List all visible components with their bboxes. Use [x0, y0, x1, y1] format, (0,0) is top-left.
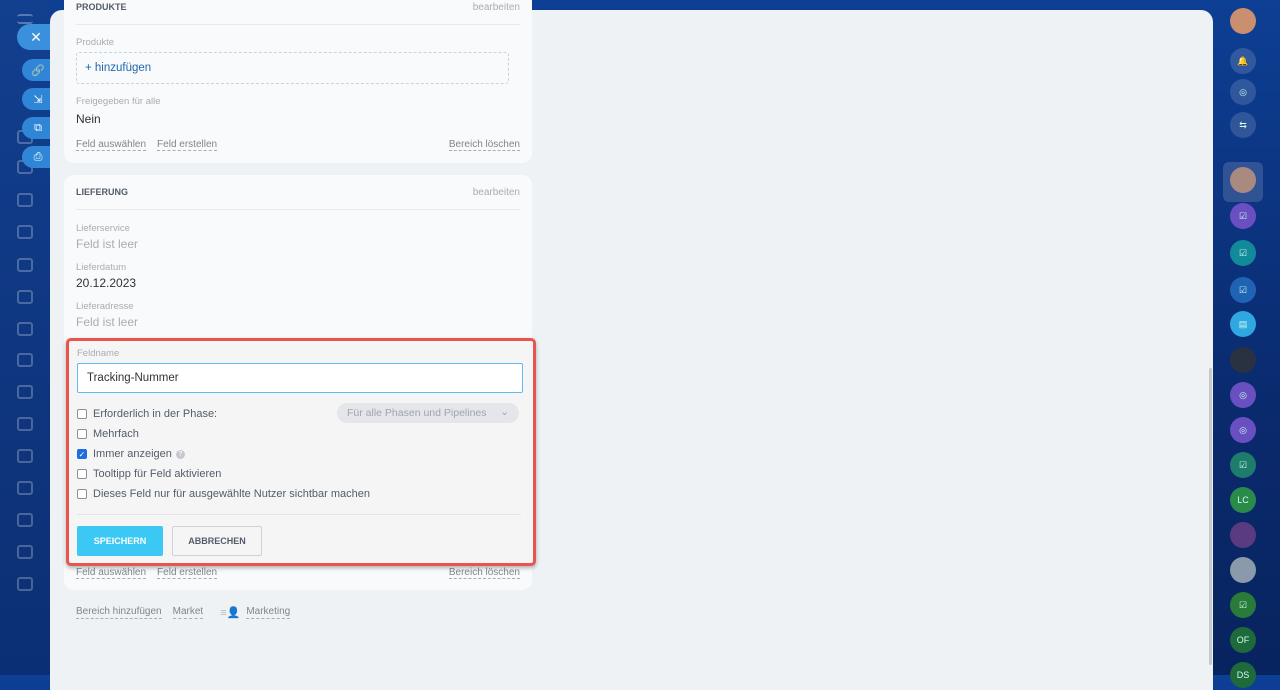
field-label: Lieferservice [76, 223, 130, 234]
restricted-visibility-checkbox[interactable]: Dieses Feld nur für ausgewählte Nutzer s… [77, 488, 370, 500]
group-avatar[interactable] [1230, 557, 1256, 583]
delete-section-link[interactable]: Bereich löschen [448, 139, 520, 151]
checkbox-label: Mehrfach [93, 428, 139, 440]
always-show-checkbox[interactable]: ✓ Immer anzeigen? [77, 448, 185, 460]
contact-avatar[interactable] [1230, 347, 1256, 373]
file-icon[interactable] [17, 225, 33, 239]
field-label: Lieferdatum [76, 262, 127, 273]
activity-chat-icon[interactable]: ◎ [1230, 382, 1256, 408]
create-field-link[interactable]: Feld erstellen [157, 567, 218, 579]
contact-badge[interactable]: LC [1230, 487, 1256, 513]
field-value: Feld ist leer [76, 237, 139, 251]
settings-icon[interactable] [17, 577, 33, 591]
message-icon[interactable]: ▤ [1230, 311, 1256, 337]
phase-select-value: Für alle Phasen und Pipelines [347, 407, 487, 419]
contact-avatar[interactable] [1230, 167, 1256, 193]
marketing-link[interactable]: Marketing [246, 606, 291, 619]
phase-select[interactable]: Für alle Phasen und Pipelines ⌄ [337, 403, 519, 423]
chat-search-icon[interactable]: ⇆ [1230, 112, 1256, 138]
calendar-icon[interactable] [17, 353, 33, 367]
new-badge: NEU [434, 1, 449, 8]
task-chat-icon[interactable]: ☑ [1230, 203, 1256, 229]
user-avatar[interactable] [1230, 8, 1256, 34]
chevron-down-icon: ⌄ [500, 406, 509, 418]
contact-badge[interactable]: OF [1230, 627, 1256, 653]
marketing-icon: ≡👤 [220, 607, 241, 619]
save-button[interactable]: SPEICHERN [77, 526, 163, 556]
task-chat-icon[interactable]: ☑ [1230, 592, 1256, 618]
activity-icon[interactable]: ◎ [1230, 79, 1256, 105]
task-chat-icon[interactable]: ☑ [1230, 452, 1256, 478]
board-icon[interactable] [17, 258, 33, 272]
divider [77, 514, 521, 515]
section-produkte: PRODUKTE bearbeiten Produkte + hinzufügen… [64, 0, 532, 163]
scrollbar[interactable] [1209, 368, 1212, 665]
cancel-button[interactable]: ABBRECHEN [172, 526, 262, 556]
menu-icon[interactable] [17, 14, 33, 24]
edit-link[interactable]: bearbeiten [473, 187, 520, 198]
sites-icon[interactable] [17, 481, 33, 495]
chat-icon[interactable] [17, 322, 33, 336]
add-section-link[interactable]: Bereich hinzufügen [76, 606, 162, 619]
bell-icon[interactable]: 🔔 [1230, 48, 1256, 74]
edit-link[interactable]: bearbeiten [473, 2, 520, 13]
contact-avatar[interactable] [1230, 522, 1256, 548]
analytics-icon[interactable] [17, 513, 33, 527]
field-label: Produkte [76, 37, 115, 48]
field-edit-form: Feldname Tracking-Nummer Erforderlich in… [66, 338, 536, 566]
help-icon[interactable]: ? [175, 449, 185, 459]
checkbox-label: Dieses Feld nur für ausgewählte Nutzer s… [93, 488, 370, 500]
select-field-link[interactable]: Feld auswählen [76, 139, 147, 151]
inbox-icon[interactable] [17, 193, 33, 207]
activity-chat-icon[interactable]: ◎ [1230, 417, 1256, 443]
section-title: LIEFERUNG [76, 187, 129, 197]
slider-panel: PRODUKTE bearbeiten Produkte + hinzufügen… [50, 0, 1213, 690]
contact-badge[interactable]: DS [1230, 662, 1256, 688]
delete-section-link[interactable]: Bereich löschen [448, 567, 520, 579]
select-field-link[interactable]: Feld auswählen [76, 567, 147, 579]
checkbox-label: Tooltipp für Feld aktivieren [93, 468, 222, 480]
field-label: Lieferadresse [76, 301, 134, 312]
multiple-checkbox[interactable]: Mehrfach [77, 428, 139, 440]
field-name-label: Feldname [77, 348, 120, 359]
task-chat-icon[interactable]: ☑ [1230, 240, 1256, 266]
field-value: Feld ist leer [76, 315, 139, 329]
checkbox-label: Erforderlich in der Phase: [93, 408, 218, 420]
storage-icon[interactable] [17, 449, 33, 463]
section-title: PRODUKTE [76, 2, 127, 12]
required-checkbox[interactable]: Erforderlich in der Phase: [77, 408, 217, 420]
field-value: 20.12.2023 [76, 276, 137, 290]
task-chat-icon[interactable]: ☑ [1230, 277, 1256, 303]
tooltip-checkbox[interactable]: Tooltipp für Feld aktivieren [77, 468, 221, 480]
funnel-icon[interactable] [17, 417, 33, 431]
sign-icon[interactable] [17, 385, 33, 399]
add-product-button[interactable]: + hinzufügen [76, 52, 509, 84]
right-sidebar: 🔔 ◎ ⇆ ☑ ☑ ☑ ▤ ◎ ◎ ☑ LC ☑ OF DS [1215, 0, 1280, 688]
field-name-input[interactable]: Tracking-Nummer [77, 363, 523, 393]
market-link[interactable]: Market [172, 606, 204, 619]
shop-icon[interactable] [17, 545, 33, 559]
create-field-link[interactable]: Feld erstellen [157, 139, 218, 151]
tasks-icon[interactable] [17, 290, 33, 304]
field-label: Freigegeben für alle [76, 96, 161, 107]
field-value: Nein [76, 112, 101, 126]
checkbox-label: Immer anzeigen [93, 448, 172, 460]
